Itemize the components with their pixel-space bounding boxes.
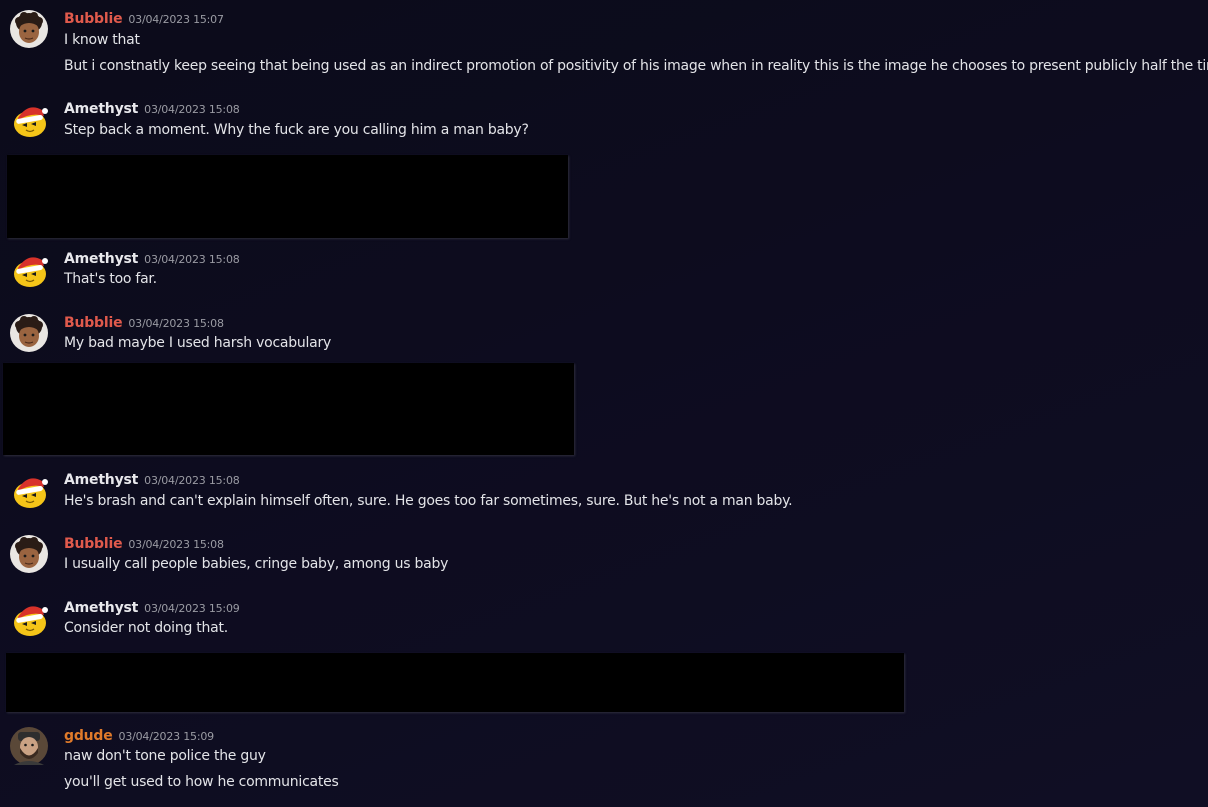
author-name[interactable]: Amethyst	[64, 101, 138, 117]
author-name[interactable]: Bubblie	[64, 315, 123, 331]
redacted-block	[6, 653, 904, 712]
redacted-block	[3, 363, 574, 455]
message-group: Bubblie 03/04/2023 15:08 I usually call p…	[0, 533, 1208, 577]
message-header: gdude 03/04/2023 15:09	[64, 725, 214, 747]
message-text: I usually call people babies, cringe bab…	[64, 556, 449, 572]
amethyst-avatar-icon[interactable]	[10, 250, 48, 288]
bubblie-avatar-icon[interactable]	[10, 314, 48, 352]
message-header: Bubblie 03/04/2023 15:07	[64, 8, 224, 30]
message-header: Amethyst 03/04/2023 15:08	[64, 469, 240, 491]
message-header: Amethyst 03/04/2023 15:08	[64, 98, 240, 120]
timestamp: 03/04/2023 15:08	[128, 317, 224, 330]
message-text: you'll get used to how he communicates	[64, 774, 339, 790]
message-header: Bubblie 03/04/2023 15:08	[64, 312, 224, 334]
message-group: Amethyst 03/04/2023 15:09 Consider not do…	[0, 597, 1208, 641]
bubblie-avatar-icon[interactable]	[10, 10, 48, 48]
message-text: My bad maybe I used harsh vocabulary	[64, 335, 331, 351]
timestamp: 03/04/2023 15:08	[144, 474, 240, 487]
amethyst-avatar-icon[interactable]	[10, 599, 48, 637]
message-group: Amethyst 03/04/2023 15:08 Step back a mom…	[0, 98, 1208, 142]
message-text: Step back a moment. Why the fuck are you…	[64, 122, 529, 138]
author-name[interactable]: Amethyst	[64, 472, 138, 488]
amethyst-avatar-icon[interactable]	[10, 100, 48, 138]
author-name[interactable]: Bubblie	[64, 536, 123, 552]
author-name[interactable]: gdude	[64, 728, 113, 744]
message-text: I know that	[64, 32, 140, 48]
author-name[interactable]: Amethyst	[64, 600, 138, 616]
timestamp: 03/04/2023 15:08	[144, 253, 240, 266]
message-header: Bubblie 03/04/2023 15:08	[64, 533, 224, 555]
message-text: But i constnatly keep seeing that being …	[64, 58, 1208, 74]
author-name[interactable]: Amethyst	[64, 251, 138, 267]
message-group: Amethyst 03/04/2023 15:08 He's brash and …	[0, 469, 1208, 513]
timestamp: 03/04/2023 15:08	[144, 103, 240, 116]
timestamp: 03/04/2023 15:08	[128, 538, 224, 551]
message-text: That's too far.	[64, 271, 157, 287]
message-group: gdude 03/04/2023 15:09 naw don't tone pol…	[0, 725, 1208, 797]
amethyst-avatar-icon[interactable]	[10, 471, 48, 509]
timestamp: 03/04/2023 15:09	[118, 730, 215, 743]
timestamp: 03/04/2023 15:07	[128, 13, 224, 26]
redacted-block	[7, 155, 568, 238]
message-header: Amethyst 03/04/2023 15:09	[64, 597, 240, 619]
message-text: He's brash and can't explain himself oft…	[64, 493, 793, 509]
message-header: Amethyst 03/04/2023 15:08	[64, 248, 240, 270]
bubblie-avatar-icon[interactable]	[10, 535, 48, 573]
author-name[interactable]: Bubblie	[64, 11, 123, 27]
message-group: Amethyst 03/04/2023 15:08 That's too far.	[0, 248, 1208, 292]
gdude-avatar-icon[interactable]	[10, 727, 48, 765]
message-text: naw don't tone police the guy	[64, 748, 266, 764]
timestamp: 03/04/2023 15:09	[144, 602, 240, 615]
message-group: Bubblie 03/04/2023 15:07 I know that But …	[0, 8, 1208, 78]
message-text: Consider not doing that.	[64, 620, 228, 636]
message-group: Bubblie 03/04/2023 15:08 My bad maybe I u…	[0, 312, 1208, 356]
